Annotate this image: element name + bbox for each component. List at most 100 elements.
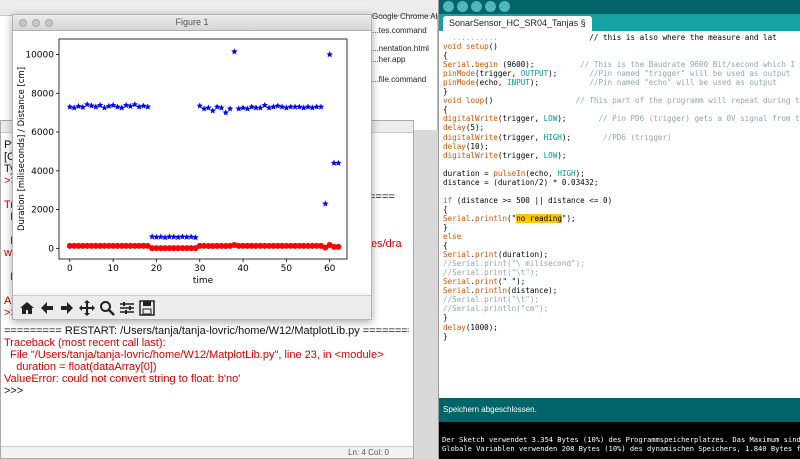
- code-line: distance = (duration/2) * 0.03432;: [443, 178, 800, 187]
- code-token: );: [557, 114, 599, 124]
- code-line: Serial.print(" ");: [443, 277, 800, 286]
- code-token: (9600);: [497, 60, 581, 70]
- code-line: delay(5);: [443, 123, 800, 132]
- code-token: }: [443, 331, 448, 341]
- code-token: HIGH: [557, 168, 576, 178]
- code-token: digitalWrite: [443, 114, 498, 124]
- figure-toolbar: [13, 295, 371, 319]
- code-token: setup: [465, 42, 489, 52]
- code-token: delay: [443, 322, 466, 332]
- figure-titlebar[interactable]: Figure 1: [13, 15, 371, 31]
- verify-button[interactable]: [443, 1, 454, 12]
- code-token: digitalWrite: [443, 132, 498, 142]
- tab-sketch[interactable]: SonarSensor_HC_SR04_Tanjas §: [443, 16, 592, 31]
- code-token: );: [561, 132, 604, 142]
- code-line: }: [443, 332, 800, 341]
- code-token: HIGH: [543, 132, 562, 142]
- code-token: {: [443, 51, 448, 61]
- code-token: (): [488, 42, 498, 52]
- code-token: //PD6 (trigger): [603, 132, 672, 142]
- plot-canvas[interactable]: 0 10 20 30 40 50 60 0 2000 4000 6000 8000 10000 time D…: [13, 31, 371, 293]
- code-token: if: [443, 195, 453, 205]
- code-line: {: [443, 51, 800, 60]
- code-line: void loop() // This part of the programm…: [443, 96, 800, 105]
- shell-fragment: ====: [369, 191, 395, 203]
- save-sketch-button[interactable]: [499, 1, 510, 12]
- console-status: Speichern abgeschlossen.: [439, 398, 800, 422]
- upload-button[interactable]: [457, 1, 468, 12]
- code-line: //Serial.print("\t");: [443, 268, 800, 277]
- code-token: {: [443, 241, 448, 251]
- code-line: .......... // this is also where the mea…: [443, 33, 800, 42]
- code-token: pinMode: [443, 69, 476, 79]
- code-token: (): [484, 96, 576, 106]
- code-token: (" ");: [497, 277, 526, 287]
- forward-arrow-icon[interactable]: [58, 299, 76, 317]
- code-token: pulseIn: [493, 168, 526, 178]
- x-tick-label: 10: [107, 264, 119, 274]
- code-line: pinMode(echo, INPUT); //Pin named "echo"…: [443, 78, 800, 87]
- code-line: digitalWrite(trigger, HIGH); //PD6 (trig…: [443, 133, 800, 142]
- code-line: {: [443, 241, 800, 250]
- y-tick-label: 6000: [31, 128, 54, 138]
- code-token: print: [475, 277, 498, 287]
- code-token: LOW: [543, 150, 558, 160]
- code-token: Serial: [443, 277, 471, 287]
- console-line: Globale Variablen verwenden 208 Bytes (1…: [442, 444, 800, 453]
- code-editor[interactable]: .......... // this is also where the mea…: [439, 31, 800, 398]
- shell-line: duration = float(dataArray[0]): [4, 361, 157, 373]
- back-arrow-icon[interactable]: [38, 299, 56, 317]
- home-icon[interactable]: [18, 299, 36, 317]
- new-sketch-button[interactable]: [471, 1, 482, 12]
- open-sketch-button[interactable]: [485, 1, 496, 12]
- code-line: {: [443, 205, 800, 214]
- configure-subplots-icon[interactable]: [118, 299, 136, 317]
- code-line: Serial.begin (9600); // This is the Baud…: [443, 60, 800, 69]
- code-token: {: [443, 204, 448, 214]
- x-tick-label: 50: [281, 264, 293, 274]
- code-token: (distance);: [507, 286, 558, 296]
- code-token: }: [443, 87, 448, 97]
- finder-file-item[interactable]: ...nentation.html: [372, 44, 429, 53]
- code-line: void setup(): [443, 42, 800, 51]
- code-token: println: [475, 213, 508, 223]
- code-line: }: [443, 87, 800, 96]
- code-token: ..........: [443, 33, 498, 42]
- code-line: //Serial.print("\ milisecond");: [443, 259, 800, 268]
- shell-line: ValueError: could not convert string to …: [4, 373, 241, 385]
- shell-line: ========= RESTART: /Users/tanja/tanja-lo…: [4, 325, 409, 337]
- code-token: distance = (duration/2) * 0.03432;: [443, 177, 599, 187]
- shell-line: File "/Users/tanja/tanja-lovric/home/W12…: [4, 349, 384, 361]
- ide-tab-bar: SonarSensor_HC_SR04_Tanjas §: [439, 14, 800, 31]
- save-icon[interactable]: [138, 299, 156, 317]
- code-token: loop: [465, 96, 485, 106]
- y-tick-label: 10000: [25, 51, 54, 61]
- code-token: ");: [561, 213, 576, 223]
- code-token: (5);: [465, 123, 485, 133]
- code-line: //Serial.println("cm");: [443, 304, 800, 313]
- shell-status-bar: Ln: 4 Col: 0: [1, 446, 413, 458]
- finder-file-item[interactable]: ...file.command: [372, 75, 426, 84]
- finder-file-item[interactable]: Google Chrome Alias: [372, 12, 448, 21]
- figure-title: Figure 1: [175, 17, 209, 27]
- console-line: Der Sketch verwendet 3.354 Bytes (10%) d…: [442, 435, 800, 444]
- zoom-icon[interactable]: [98, 299, 116, 317]
- finder-file-item[interactable]: ...tes.command: [372, 26, 427, 35]
- code-token: (distance >= 500 || distance <= 0): [452, 195, 613, 205]
- code-token: //Pin named "trigger" will be used as ou…: [589, 69, 791, 79]
- shell-line: Traceback (most recent call last):: [4, 337, 166, 349]
- x-tick-label: 20: [151, 264, 163, 274]
- code-token: (echo,: [475, 78, 508, 88]
- code-token: );: [575, 168, 585, 178]
- code-token: );: [557, 150, 567, 160]
- pan-icon[interactable]: [78, 299, 96, 317]
- code-token: //Serial.print("\ milisecond");: [443, 259, 585, 269]
- code-token: (1000);: [465, 322, 498, 332]
- code-token: else: [443, 232, 462, 242]
- code-token: OUTPUT: [520, 69, 549, 79]
- code-token: INPUT: [507, 78, 530, 88]
- code-token: (trigger,: [497, 132, 544, 142]
- finder-file-item[interactable]: ...her.app: [372, 55, 405, 64]
